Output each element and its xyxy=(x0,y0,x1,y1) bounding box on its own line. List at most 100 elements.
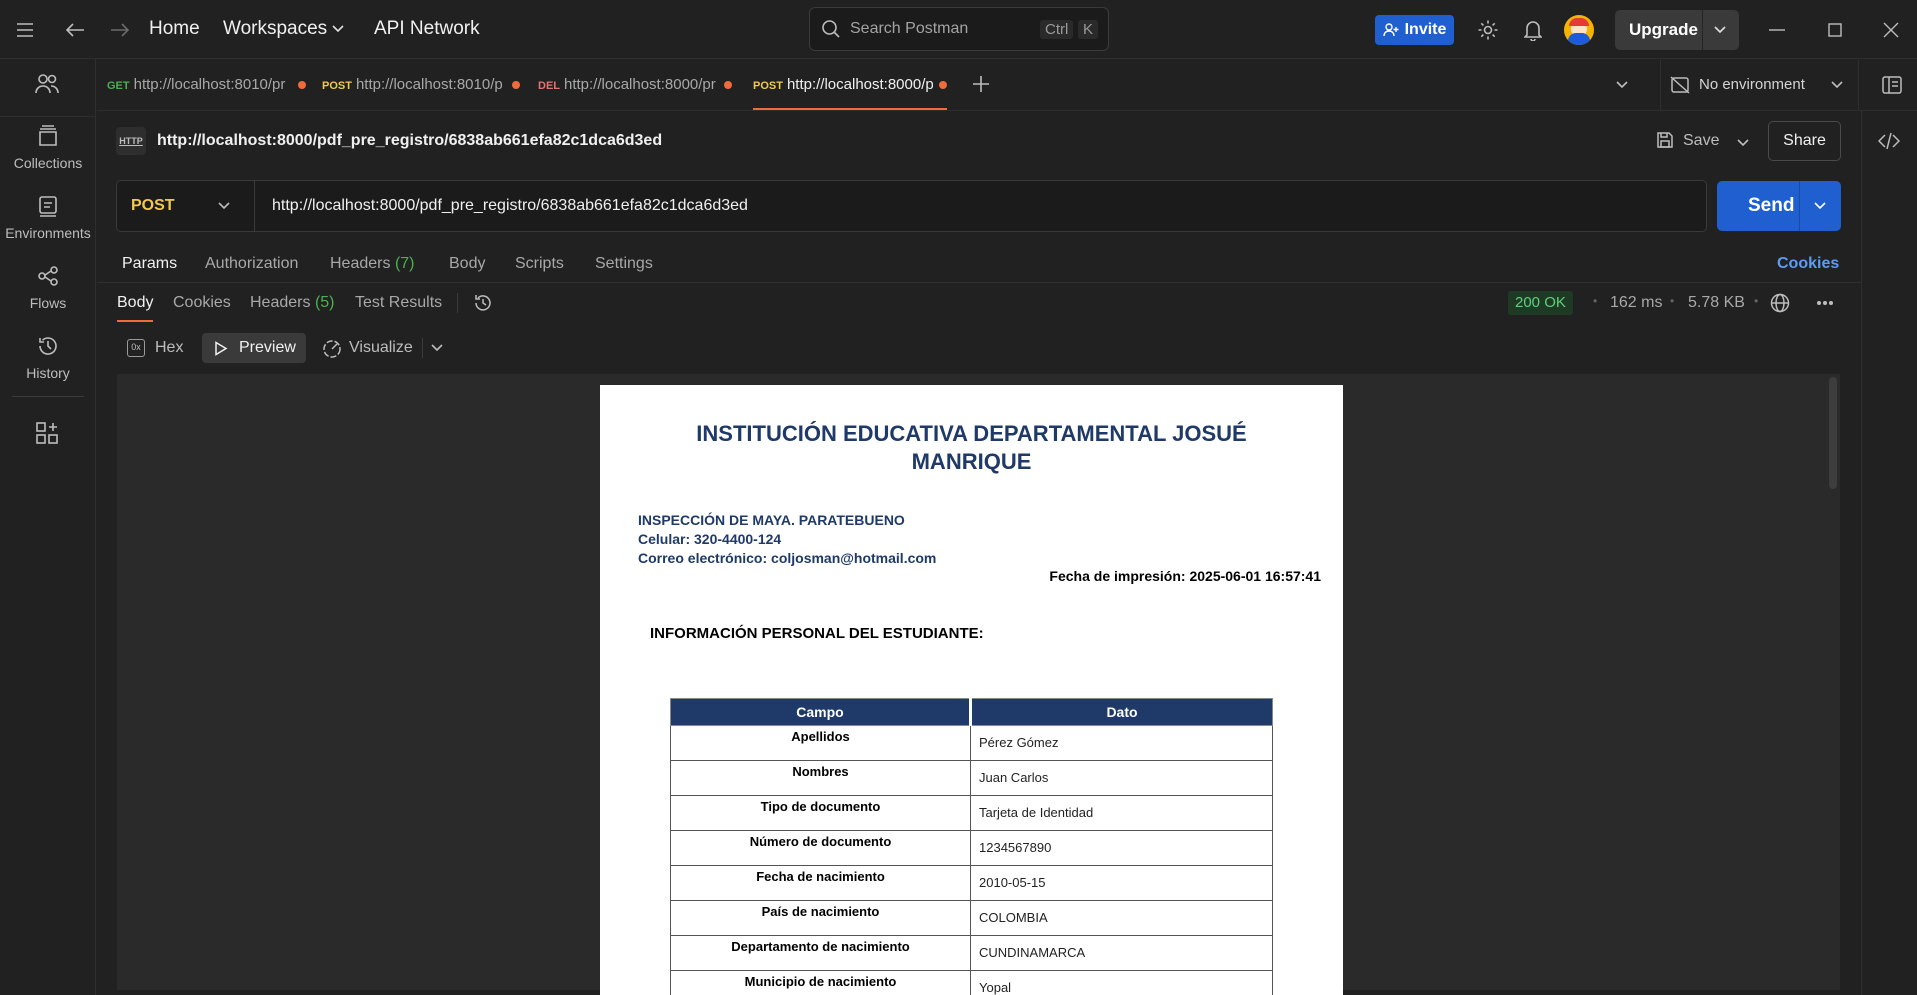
tab-params[interactable]: Params xyxy=(122,255,177,273)
back-arrow-icon[interactable] xyxy=(62,17,88,43)
sidebar-item-collections[interactable]: Collections xyxy=(0,123,96,171)
hex-button[interactable]: 0x Hex xyxy=(120,333,190,363)
chevron-down-icon[interactable] xyxy=(430,343,444,353)
column-header-dato: Dato xyxy=(969,698,1273,726)
globe-icon[interactable] xyxy=(1770,293,1790,313)
status-label: 200 OK xyxy=(1515,294,1566,311)
upgrade-label: Upgrade xyxy=(1629,20,1698,39)
search-icon xyxy=(821,19,841,39)
request-tab-active[interactable]: POST http://localhost:8000/p xyxy=(753,60,953,110)
unsaved-dot-icon xyxy=(512,81,520,89)
search-bar[interactable]: Search Postman Ctrl K xyxy=(809,7,1109,51)
sidebar-item-label: History xyxy=(26,365,70,381)
send-button[interactable]: Send xyxy=(1717,181,1841,231)
table-row: Apellidos Pérez Gómez xyxy=(670,725,1273,761)
tab-authorization[interactable]: Authorization xyxy=(205,255,298,273)
visualize-icon xyxy=(322,339,342,359)
tabs-overflow-chevron-icon[interactable] xyxy=(1615,80,1629,90)
method-label: POST xyxy=(131,197,175,214)
add-apps-icon[interactable] xyxy=(36,422,58,444)
more-options-icon[interactable] xyxy=(1816,300,1834,306)
active-tab-indicator xyxy=(117,320,153,322)
chevron-down-icon xyxy=(217,201,231,211)
save-button[interactable]: Save xyxy=(1654,128,1764,156)
request-name[interactable]: http://localhost:8000/pdf_pre_registro/6… xyxy=(157,132,662,150)
pdf-section-title: INFORMACIÓN PERSONAL DEL ESTUDIANTE: xyxy=(650,625,984,642)
menu-icon[interactable] xyxy=(12,17,38,43)
table-row: Municipio de nacimiento Yopal xyxy=(670,970,1273,995)
separator-dot: • xyxy=(1593,294,1598,308)
invite-button[interactable]: Invite xyxy=(1375,15,1454,45)
table-row: Departamento de nacimiento CUNDINAMARCA xyxy=(670,935,1273,971)
url-bar: POST http://localhost:8000/pdf_pre_regis… xyxy=(116,180,1707,232)
code-icon[interactable] xyxy=(1878,132,1900,150)
pdf-fecha-impresion: Fecha de impresión: 2025-06-01 16:57:41 xyxy=(1049,568,1321,584)
maximize-icon[interactable] xyxy=(1822,17,1848,43)
environments-icon xyxy=(35,193,61,219)
response-tab-headers[interactable]: Headers (5) xyxy=(250,294,335,312)
upgrade-button[interactable]: Upgrade xyxy=(1615,10,1739,50)
environment-quick-look-icon[interactable] xyxy=(1882,75,1902,95)
visualize-button[interactable]: Visualize xyxy=(318,333,418,363)
tab-scripts[interactable]: Scripts xyxy=(515,255,564,273)
request-tab[interactable]: DEL http://localhost:8000/pr xyxy=(538,60,738,110)
tab-settings[interactable]: Settings xyxy=(595,255,653,273)
pdf-info-inspeccion: INSPECCIÓN DE MAYA. PARATEBUENO xyxy=(638,512,905,528)
right-rail xyxy=(1861,111,1917,995)
cookies-link[interactable]: Cookies xyxy=(1777,255,1839,273)
status-badge[interactable]: 200 OK xyxy=(1508,291,1573,315)
environment-selector[interactable]: No environment xyxy=(1670,60,1880,110)
chevron-down-icon[interactable] xyxy=(1713,25,1727,35)
cell-campo: Municipio de nacimiento xyxy=(670,970,971,995)
url-input[interactable]: http://localhost:8000/pdf_pre_registro/6… xyxy=(272,197,748,215)
api-network-link[interactable]: API Network xyxy=(374,18,480,40)
request-tab[interactable]: POST http://localhost:8010/p xyxy=(322,60,522,110)
tab-url: http://localhost:8000/pr xyxy=(564,76,716,93)
cell-dato: Tarjeta de Identidad xyxy=(970,795,1273,831)
flows-icon xyxy=(35,263,61,289)
search-placeholder: Search Postman xyxy=(850,20,969,37)
vertical-scrollbar[interactable] xyxy=(1829,377,1837,489)
sidebar-item-flows[interactable]: Flows xyxy=(0,263,96,311)
tab-body[interactable]: Body xyxy=(449,255,485,273)
chevron-down-icon[interactable] xyxy=(1736,138,1750,148)
preview-button[interactable]: Preview xyxy=(202,333,306,363)
chevron-down-icon[interactable] xyxy=(331,24,345,34)
response-history-icon[interactable] xyxy=(473,293,493,313)
share-label: Share xyxy=(1783,132,1826,149)
environment-label: No environment xyxy=(1699,76,1805,93)
notifications-bell-icon[interactable] xyxy=(1520,17,1546,43)
cell-dato: Yopal xyxy=(970,970,1273,995)
settings-gear-icon[interactable] xyxy=(1475,17,1501,43)
home-link[interactable]: Home xyxy=(149,18,200,40)
kbd-ctrl: Ctrl xyxy=(1040,20,1074,39)
request-tab[interactable]: GET http://localhost:8010/pr xyxy=(107,60,307,110)
team-icon[interactable] xyxy=(34,73,60,95)
tab-headers[interactable]: Headers (7) xyxy=(330,255,415,273)
cell-dato: CUNDINAMARCA xyxy=(970,935,1273,971)
method-select[interactable]: POST xyxy=(117,181,255,231)
invite-label: Invite xyxy=(1404,21,1447,38)
cell-dato: 1234567890 xyxy=(970,830,1273,866)
share-button[interactable]: Share xyxy=(1768,121,1841,161)
minimize-icon[interactable] xyxy=(1764,17,1790,43)
response-tab-cookies[interactable]: Cookies xyxy=(173,294,231,312)
forward-arrow-icon[interactable] xyxy=(107,17,133,43)
close-icon[interactable] xyxy=(1878,17,1904,43)
save-icon xyxy=(1656,131,1674,149)
http-icon-label: HTTP xyxy=(119,136,143,146)
chevron-down-icon xyxy=(1830,80,1844,90)
response-time[interactable]: 162 ms xyxy=(1610,294,1662,312)
chevron-down-icon[interactable] xyxy=(1813,201,1827,211)
cell-campo: Departamento de nacimiento xyxy=(670,935,971,971)
response-size[interactable]: 5.78 KB xyxy=(1688,294,1745,312)
sidebar-item-label: Flows xyxy=(29,295,67,311)
response-tab-test-results[interactable]: Test Results xyxy=(355,294,442,312)
workspaces-menu[interactable]: Workspaces xyxy=(223,18,327,40)
response-tab-body[interactable]: Body xyxy=(117,294,153,312)
new-tab-plus-icon[interactable] xyxy=(972,75,990,93)
method-get: GET xyxy=(107,80,130,92)
avatar[interactable] xyxy=(1564,15,1594,45)
sidebar-item-history[interactable]: History xyxy=(0,333,96,381)
sidebar-item-environments[interactable]: Environments xyxy=(0,193,96,241)
